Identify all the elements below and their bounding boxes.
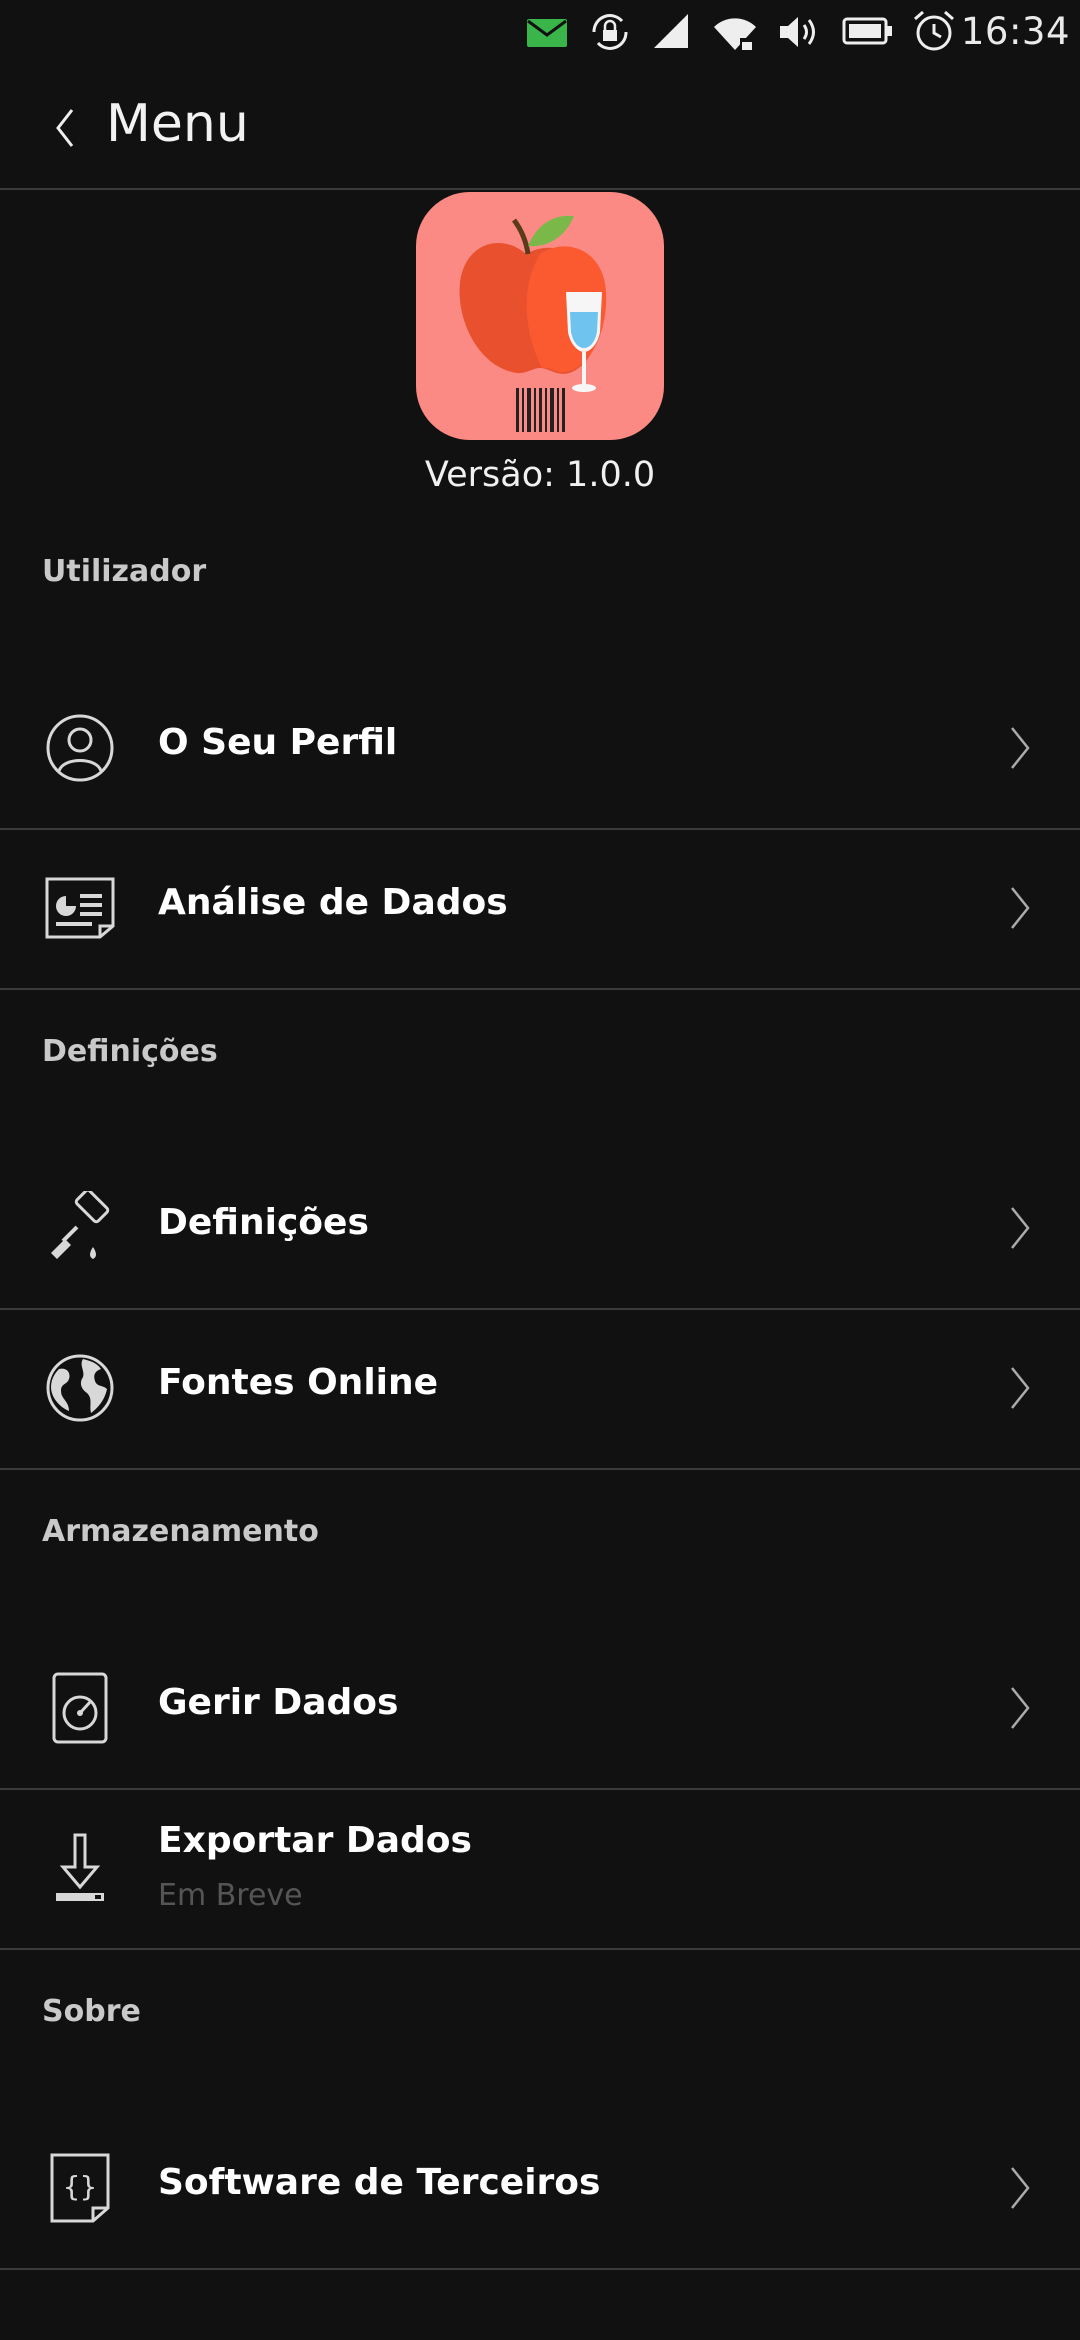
message-icon [527,19,567,47]
user-profile-icon [40,708,120,788]
menu-item-label: Gerir Dados [158,1682,399,1723]
page-title: Menu [106,94,249,154]
menu-item-analysis[interactable]: Análise de Dados [0,828,1080,990]
menu-item-settings[interactable]: Definições [0,1148,1080,1310]
code-braces-icon: {} [40,2148,120,2228]
menu-item-online-sources[interactable]: Fontes Online [0,1308,1080,1470]
chevron-right-icon [1011,887,1030,929]
menu-item-label: Análise de Dados [158,882,508,923]
back-button[interactable] [40,100,90,156]
menu-item-manage-data[interactable]: Gerir Dados [0,1628,1080,1790]
download-icon [40,1828,120,1908]
menu-item-label: Software de Terceiros [158,2162,601,2203]
app-version: Versão: 1.0.0 [424,455,656,495]
menu-item-label: Fontes Online [158,1362,439,1403]
alarm-icon [914,10,954,51]
section-title-user: Utilizador [42,554,207,589]
globe-icon [40,1348,120,1428]
header-bar: Menu [0,64,1080,190]
menu-item-third-party-software[interactable]: {} Software de Terceiros [0,2108,1080,2270]
back-arrow-icon [56,109,74,147]
chevron-right-icon [1011,1367,1030,1409]
rotation-lock-icon [592,14,628,50]
section-title-storage: Armazenamento [42,1514,319,1549]
hard-drive-icon [40,1668,120,1748]
chevron-right-icon [1011,1687,1030,1729]
status-bar: 16:34 [0,0,1080,64]
menu-item-label: Exportar Dados [158,1820,472,1861]
cellular-signal-icon [654,14,688,48]
menu-item-profile[interactable]: O Seu Perfil [0,668,1080,830]
menu-item-sublabel: Em Breve [158,1878,303,1913]
menu-item-label: O Seu Perfil [158,722,398,763]
chevron-right-icon [1011,1207,1030,1249]
data-analysis-icon [40,868,120,948]
chevron-right-icon [1011,727,1030,769]
volume-icon [780,17,815,47]
section-title-about: Sobre [42,1994,141,2029]
menu-item-export-data: Exportar Dados Em Breve [0,1788,1080,1950]
battery-icon [842,17,892,45]
app-logo [416,192,664,440]
status-time: 16:34 [960,10,1070,53]
menu-item-label: Definições [158,1202,369,1243]
section-title-settings: Definições [42,1034,218,1069]
paint-roller-icon [40,1188,120,1268]
wifi-icon [714,18,756,50]
apple-wine-barcode-icon [459,215,607,432]
chevron-right-icon [1011,2167,1030,2209]
svg-text:{}: {} [63,2170,97,2203]
